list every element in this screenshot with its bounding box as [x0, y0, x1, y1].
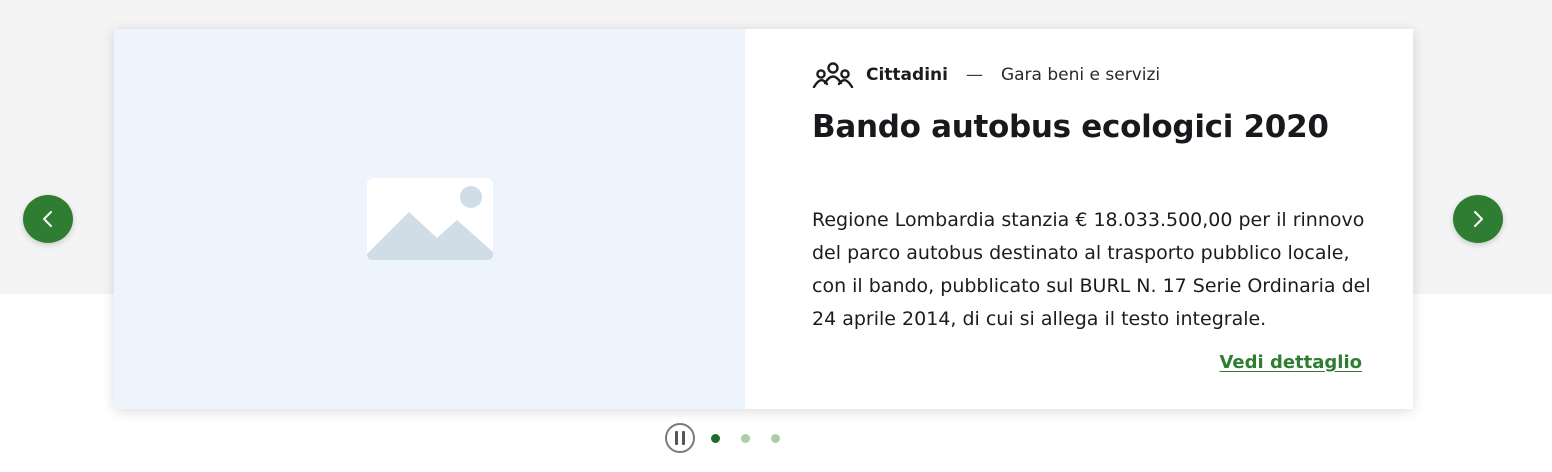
detail-link[interactable]: Vedi dettaglio	[1219, 352, 1362, 373]
carousel-prev-button[interactable]	[23, 195, 73, 243]
image-placeholder-icon	[366, 178, 493, 260]
chevron-left-icon	[43, 211, 52, 227]
pause-icon	[675, 431, 678, 445]
carousel-dot-1[interactable]	[711, 433, 720, 443]
carousel-slide-card: Cittadini — Gara beni e servizi Bando au…	[114, 29, 1413, 409]
category-label[interactable]: Cittadini	[866, 65, 948, 85]
carousel-next-button[interactable]	[1453, 195, 1503, 243]
slide-description: Regione Lombardia stanzia € 18.033.500,0…	[812, 209, 1371, 330]
meta-separator: —	[965, 65, 983, 85]
carousel-dot-3[interactable]	[771, 433, 780, 443]
slide-title[interactable]: Bando autobus ecologici 2020	[812, 109, 1329, 145]
slide-content: Cittadini — Gara beni e servizi Bando au…	[745, 29, 1413, 409]
carousel-pause-button[interactable]	[665, 423, 695, 453]
chevron-right-icon	[1474, 211, 1483, 227]
slide-meta: Cittadini — Gara beni e servizi	[812, 62, 1160, 88]
slide-image-placeholder	[114, 29, 745, 409]
subcategory-label: Gara beni e servizi	[1000, 65, 1161, 85]
pause-icon-bar	[682, 431, 685, 445]
carousel-dot-2[interactable]	[741, 433, 750, 443]
people-group-icon	[812, 62, 854, 88]
carousel-controls	[665, 423, 780, 453]
